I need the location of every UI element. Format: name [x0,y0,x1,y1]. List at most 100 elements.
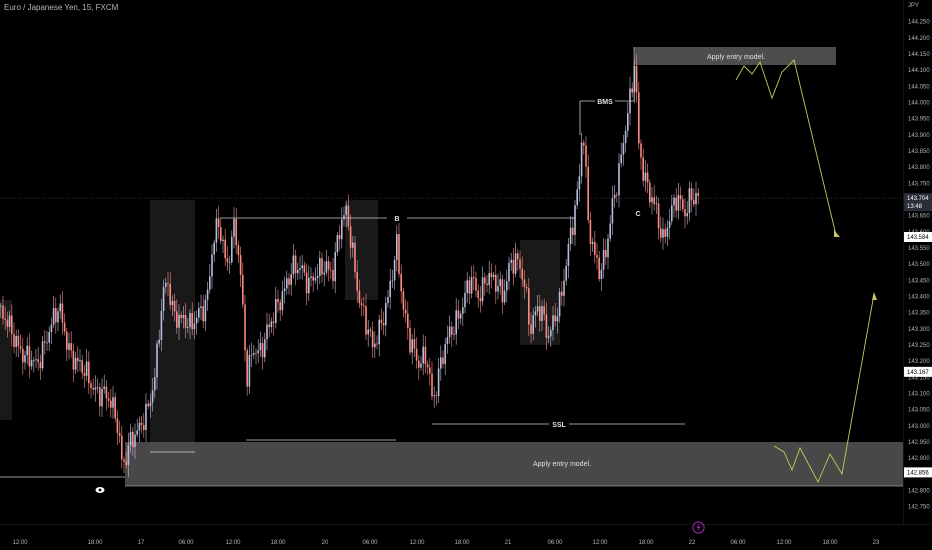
price-tick-label: 143.900 [908,133,930,139]
candle-body [129,431,132,446]
price-tick-label: 142.800 [908,488,930,494]
candle-body [578,176,581,190]
candle-body [116,418,119,433]
price-tick-label: 143.000 [908,424,930,430]
candle-body [11,315,13,335]
lightning-icon[interactable] [692,521,705,534]
candle-body [143,424,145,430]
time-tick-label: 18:00 [822,540,838,546]
candle-body [671,205,673,222]
candle-body [332,270,334,282]
candle-body [605,250,607,258]
candle-body [266,324,268,340]
candle-body [303,265,306,273]
candle-body [666,227,669,237]
candle-body [48,332,50,343]
candle-body [308,277,310,294]
candle-body [145,403,147,430]
candle-body [310,276,312,278]
candle-body [499,279,501,286]
candle-body [400,273,402,292]
candle-body [644,172,647,181]
price-chart[interactable]: BMS B C SSL Apply entry model. Apply entry mo… [0,0,932,550]
candle-body [697,193,699,196]
candle-body [657,203,660,229]
candle-body [154,377,156,391]
candle-body [213,242,215,255]
candle-body [448,326,451,338]
candle-body [398,234,400,274]
price-tick-label: 144.250 [908,20,930,26]
candle-body [547,336,550,338]
candle-body [477,290,479,298]
time-tick-label: 06:00 [547,540,563,546]
candle-body [378,319,380,345]
candle-body [195,317,198,324]
upper-zone-label: Apply entry model. [707,54,765,61]
candle-body [193,323,196,330]
candle-body [255,352,257,354]
candle-body [158,340,160,344]
candle-body [57,311,59,323]
candle-body [35,359,37,361]
candle-body [0,305,2,307]
candle-body [574,205,576,235]
candle-body [83,373,86,376]
candle-body [521,268,523,280]
candle-body [631,88,633,93]
candle-body [99,387,101,407]
candle-body [464,293,466,308]
candle-body [649,182,651,203]
candle-body [297,269,299,274]
candle-body [532,315,534,334]
candle-body [215,218,218,243]
price-tick-label: 143.500 [908,262,930,268]
candle-body [525,286,528,289]
candle-body [22,348,24,363]
price-tick-label: 143.250 [908,343,930,349]
candle-body [473,277,475,279]
candle-body [286,278,288,289]
candle-body [4,318,6,320]
candle-body [292,255,295,275]
candle-body [176,311,178,328]
price-tick-label: 143.650 [908,214,930,220]
candle-body [365,305,367,335]
candle-body [272,321,275,323]
candle-body [440,357,442,369]
price-tick-label: 142.900 [908,456,930,462]
candle-body [8,315,11,327]
candle-body [41,341,44,369]
candle-body [433,395,435,397]
candle-body [363,305,365,307]
price-tick-label: 144.200 [908,36,930,42]
candle-body [679,195,682,200]
candle-body [435,395,438,397]
candle-body [140,422,143,425]
candle-body [609,223,611,239]
candle-body [239,255,242,275]
lower-zone-label: Apply entry model. [533,461,591,468]
candle-body [125,461,127,465]
candle-body [662,229,664,238]
candle-body [391,280,394,282]
candle-body [510,259,512,263]
candle-body [173,300,176,312]
candle-body [620,154,622,164]
price-tick-label: 143.200 [908,359,930,365]
candle-body [466,280,468,294]
candle-body [149,402,152,407]
time-tick-label: 12:00 [225,540,241,546]
candle-body [627,113,629,131]
candle-body [580,142,583,177]
candle-body [103,386,105,390]
price-tick-label: 142.750 [908,505,930,511]
candle-body [162,287,165,311]
candle-body [312,276,314,281]
eye-icon[interactable] [95,486,105,494]
time-tick-label: 18:00 [454,540,470,546]
candle-body [259,343,262,351]
candle-body [358,290,361,304]
candle-body [250,354,253,356]
candle-body [167,282,169,284]
